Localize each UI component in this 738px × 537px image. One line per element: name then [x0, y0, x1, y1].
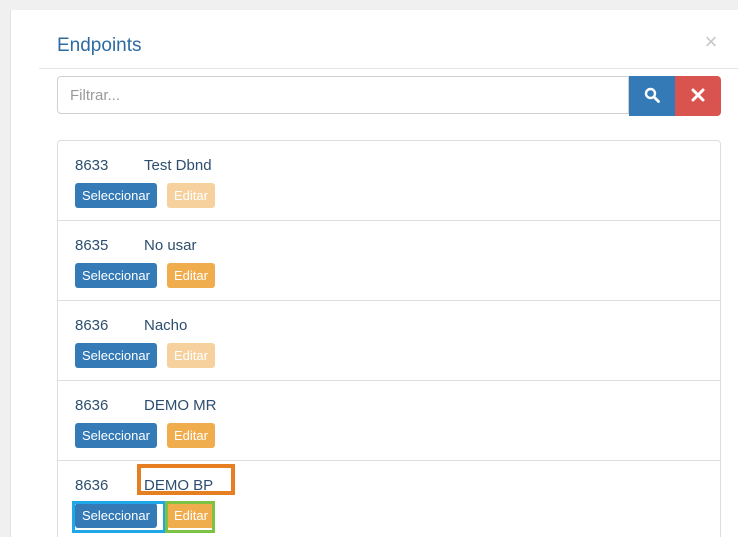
- endpoint-id: 8636: [75, 477, 109, 494]
- modal-title: Endpoints: [57, 35, 142, 56]
- search-icon: [644, 87, 660, 106]
- select-button[interactable]: Seleccionar: [75, 423, 157, 448]
- list-item: 8636 DEMO BP Seleccionar Editar: [58, 461, 720, 537]
- endpoint-name: DEMO MR: [144, 397, 217, 414]
- search-button[interactable]: [629, 76, 675, 116]
- endpoint-name: No usar: [144, 237, 197, 254]
- filter-group: [57, 76, 723, 116]
- endpoint-name: Nacho: [144, 317, 188, 334]
- endpoint-name: Test Dbnd: [144, 157, 212, 174]
- select-button[interactable]: Seleccionar: [75, 263, 157, 288]
- endpoint-id: 8636: [75, 397, 109, 414]
- highlight-edit-box: [165, 501, 215, 533]
- modal-header: Endpoints ×: [39, 31, 721, 70]
- endpoint-list: 8633 Test Dbnd Seleccionar Editar 8635 N…: [57, 140, 721, 537]
- highlight-name-box: [137, 464, 235, 495]
- close-button[interactable]: ×: [701, 31, 721, 53]
- filter-input[interactable]: [57, 76, 629, 114]
- edit-button[interactable]: Editar: [167, 183, 215, 208]
- clear-filter-button[interactable]: [675, 76, 721, 116]
- endpoint-id: 8636: [75, 317, 109, 334]
- endpoint-id: 8633: [75, 157, 109, 174]
- list-item: 8635 No usar Seleccionar Editar: [58, 221, 720, 301]
- edit-button[interactable]: Editar: [167, 423, 215, 448]
- edit-button[interactable]: Editar: [167, 263, 215, 288]
- list-item: 8636 Nacho Seleccionar Editar: [58, 301, 720, 381]
- select-button[interactable]: Seleccionar: [75, 183, 157, 208]
- endpoint-id: 8635: [75, 237, 109, 254]
- list-item: 8636 DEMO MR Seleccionar Editar: [58, 381, 720, 461]
- select-button[interactable]: Seleccionar: [75, 343, 157, 368]
- header-divider: [39, 68, 738, 69]
- highlight-select-box: [72, 501, 166, 533]
- edit-button[interactable]: Editar: [167, 343, 215, 368]
- list-item: 8633 Test Dbnd Seleccionar Editar: [58, 141, 720, 221]
- endpoints-modal: Endpoints × 8633 Test Dbnd: [10, 10, 738, 537]
- times-icon: [691, 88, 705, 105]
